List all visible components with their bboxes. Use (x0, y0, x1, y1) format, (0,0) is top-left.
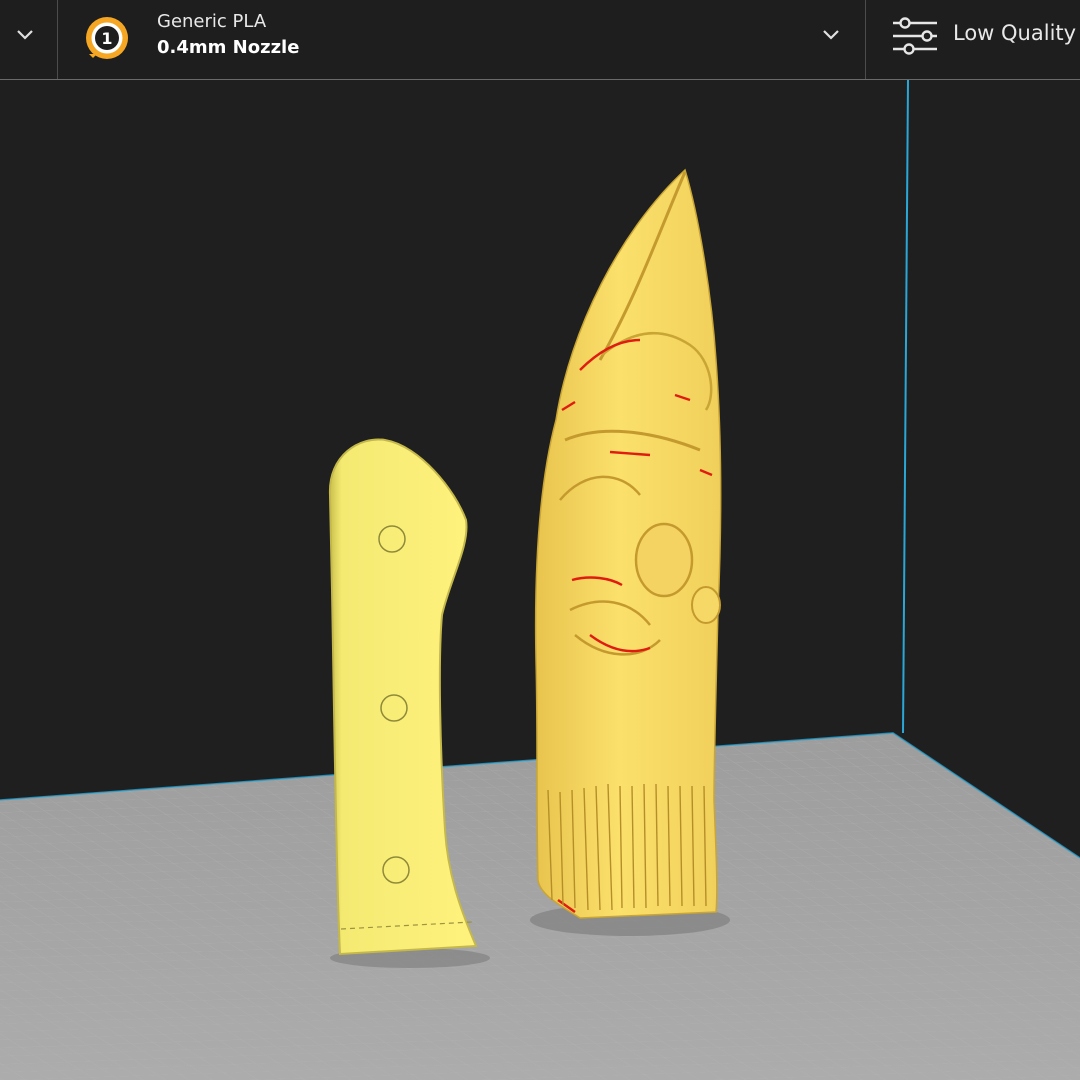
nose-detail (634, 522, 694, 598)
material-name: Generic PLA (157, 11, 267, 32)
chevron-down-icon[interactable] (821, 28, 841, 42)
face-carving-model[interactable] (534, 168, 722, 919)
sliders-icon (893, 17, 937, 55)
quality-profile-label: Low Quality (953, 21, 1077, 45)
3d-viewport[interactable] (0, 80, 1080, 1080)
nozzle-label: 0.4mm Nozzle (157, 37, 300, 58)
build-volume-edge (902, 80, 909, 734)
scene-canvas[interactable] (0, 80, 1080, 1080)
chevron-down-icon[interactable] (15, 28, 35, 42)
printer-selector[interactable] (0, 0, 58, 79)
extruder-number: 1 (101, 29, 112, 48)
extruder-icon: 1 (86, 17, 128, 59)
top-toolbar: 1 Generic PLA 0.4mm Nozzle Low Quality (0, 0, 1080, 80)
